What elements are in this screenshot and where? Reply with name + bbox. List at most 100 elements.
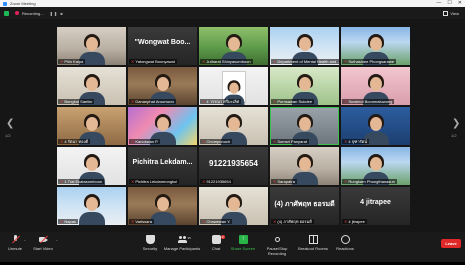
muted-mic-icon: ✕ [273,219,277,224]
participant-tile[interactable]: ✕Suthasinee Phongsarawe [341,27,410,65]
participant-tile[interactable]: ✕Chompunuch [199,107,268,145]
participant-tile[interactable]: ✕Sarapatra [270,147,339,185]
unmute-button[interactable]: Unmute [0,235,30,251]
start-video-button[interactable]: Start Video [28,235,58,251]
participant-video [78,193,105,225]
muted-mic-icon: ✕ [60,179,64,184]
share-screen-button[interactable]: ↑ Share Screen [228,235,258,251]
meeting-header: Recording... ❚❚ ■ View [0,7,465,19]
participant-name-label: ✕Kanokwan P. [129,139,161,144]
security-shield-icon [145,235,155,244]
minimize-button[interactable]: — [436,0,441,7]
participant-name-label: ✕4 วรรณา ศรีมะเลิศ [200,99,242,104]
participant-name: Pornsawan Sukdee [277,99,313,104]
muted-mic-icon: ✕ [202,99,206,104]
security-button[interactable]: Security [135,235,165,251]
participant-name: 91221935654 [206,179,231,184]
participant-tile[interactable]: ✕Rungkarn Phongthanasun [341,147,410,185]
breakout-rooms-button[interactable]: Breakout Rooms [296,235,330,251]
leave-button[interactable]: Leave [441,239,461,248]
participant-tile[interactable]: ✕Chawewan Y. [199,187,268,225]
participant-name: 4 jitrapee [348,219,365,224]
view-label: View [450,10,459,16]
participant-tile[interactable]: ✕Napas [57,187,126,225]
start-video-label: Start Video [33,246,53,251]
close-window-button[interactable]: ✕ [458,0,462,7]
participant-tile[interactable]: ✕4 จุฑารัตน์ [341,107,410,145]
muted-mic-icon: ✕ [273,139,277,144]
share-screen-label: Share Screen [230,246,256,251]
participant-name: Napas [64,219,76,224]
title-bar: Zoom Meeting — ☐ ✕ [0,0,465,7]
next-page-icon[interactable]: ❯ [452,118,460,129]
participant-name: Jutharat Shinyasomboon [206,59,251,64]
participant-name-label: ✕Jutharat Shinyasomboon [200,59,253,64]
pause-stop-recording-button[interactable]: Pause/Stop Recording [258,235,296,256]
video-options-caret-icon[interactable]: ^ [56,239,57,243]
zoom-window: Zoom Meeting — ☐ ✕ Recording... ❚❚ ■ Vie… [0,0,465,262]
muted-mic-icon: ✕ [60,99,64,104]
gallery-grid: ✕Pilin Kaipa "Wongwat Boo... ✕Yatongwat Bo… [57,27,410,265]
participant-tile[interactable]: ✕4 วรรณา ศรีมะเลิศ [199,67,268,105]
participant-tile[interactable]: ✕Somsri Panyarat [270,107,339,145]
participant-name-label: ✕Dananphat Aroonwon [129,99,176,104]
encryption-shield-icon[interactable] [4,10,9,16]
previous-page-icon[interactable]: ❮ [6,118,14,129]
participants-button[interactable]: 35 Manage Participants [163,235,201,251]
participant-name: 4 จุฑารัตน์ [348,139,368,144]
participant-tile[interactable]: ✕1 Trai Ekatasomboon [57,147,126,185]
window-title: Zoom Meeting [10,1,36,6]
participant-display-name: Pichitra Lekdam... [132,159,193,166]
participant-tile[interactable]: ✕4 รัตนา ทองดี [57,107,126,145]
participant-name: Somsri Panyarat [277,139,307,144]
reactions-button[interactable]: Reactions [330,235,360,251]
muted-mic-icon: ✕ [202,139,206,144]
muted-mic-icon: ✕ [344,99,348,104]
participant-tile[interactable]: ✕Jutharat Shinyasomboon [199,27,268,65]
participant-tile[interactable]: ✕Pilin Kaipa [57,27,126,65]
breakout-rooms-icon [308,235,318,244]
participant-tile[interactable]: "Wongwat Boo... ✕Yatongwat Boonyawat [128,27,197,65]
recording-indicator-icon [15,11,19,15]
muted-mic-icon [11,235,20,244]
view-button[interactable]: View [443,9,459,17]
participant-tile[interactable]: ✕Kanokwan P. [128,107,197,145]
participant-display-name: (4) ภาศัพฤท ธอรมดี [274,201,335,208]
participant-name-label: ✕Yatongwat Boonyawat [129,59,177,64]
participant-tile[interactable]: ✕Bongkot Saelim [57,67,126,105]
maximize-button[interactable]: ☐ [447,0,451,7]
participant-tile[interactable]: 91221935654 ✕91221935654 [199,147,268,185]
recording-controls[interactable]: ❚❚ ■ [50,11,64,16]
muted-mic-icon: ✕ [131,99,135,104]
participant-tile[interactable]: ✕Department of Mental Health and ... [270,27,339,65]
page-indicator-right: 1/2 [451,133,457,138]
muted-mic-icon: ✕ [202,219,206,224]
participant-name-label: ✕Pichitra Lekdamrongkul [129,179,180,184]
participant-name-label: ✕Pilin Kaipa [58,59,86,64]
participant-name-label: ✕4 รัตนา ทองดี [58,139,91,144]
muted-mic-icon: ✕ [131,139,135,144]
chat-button[interactable]: 2 Chat [201,235,231,251]
participant-tile[interactable]: Pichitra Lekdam... ✕Pichitra Lekdamrongku… [128,147,197,185]
participant-name: Chompunuch [206,139,231,144]
muted-mic-icon: ✕ [131,59,135,64]
participant-name: Yatongwat Boonyawat [135,59,175,64]
participant-name: Suwimol Boonmatuwong [348,99,393,104]
participant-tile[interactable]: ✕Suwimol Boonmatuwong [341,67,410,105]
participant-tile[interactable]: ✕Varissara [128,187,197,225]
audio-options-caret-icon[interactable]: ^ [24,239,25,243]
page-indicator-left: 1/2 [5,133,11,138]
participant-name-label: ✕(4) ภาศัพฤท ธอรมดี [271,219,314,224]
participant-name: Department of Mental Health and ... [277,59,339,64]
participant-name: Dananphat Aroonwon [135,99,174,104]
participant-name-label: ✕1 Trai Ekatasomboon [58,179,105,184]
participant-display-name: 91221935654 [209,159,258,168]
participant-tile[interactable]: (4) ภาศัพฤท ธอรมดี ✕(4) ภาศัพฤท ธอรมดี [270,187,339,225]
chat-badge: 2 [220,235,225,239]
participant-name-label: ✕Suwimol Boonmatuwong [342,99,395,104]
participant-name: Rungkarn Phongthanasun [348,179,395,184]
share-screen-icon: ↑ [238,235,248,244]
participant-tile[interactable]: ✕Dananphat Aroonwon [128,67,197,105]
participant-tile[interactable]: ✕Pornsawan Sukdee [270,67,339,105]
participant-tile[interactable]: 4 jitrapee ✕4 jitrapee [341,187,410,225]
